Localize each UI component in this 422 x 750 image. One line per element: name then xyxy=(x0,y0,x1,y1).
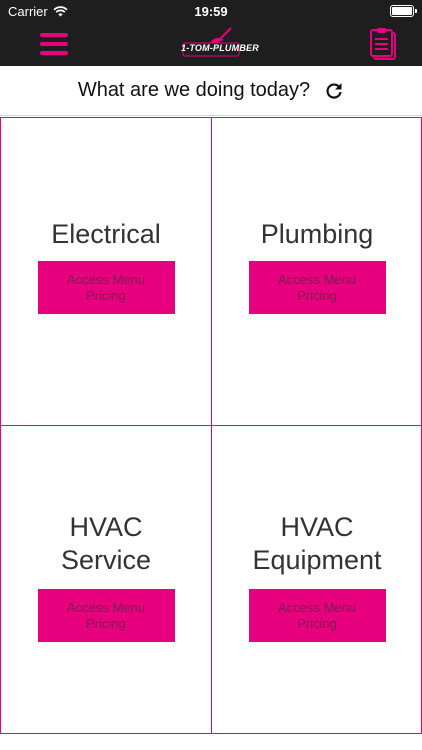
tile-hvac-equipment: HVAC Equipment Access Menu Pricing xyxy=(211,425,422,734)
clipboard-button[interactable] xyxy=(369,28,397,60)
clipboard-icon xyxy=(370,28,396,60)
access-menu-pricing-button[interactable]: Access Menu Pricing xyxy=(37,589,175,642)
clock-time: 19:59 xyxy=(194,4,228,19)
tile-title: Plumbing xyxy=(260,219,374,249)
tile-title: HVAC Equipment xyxy=(252,512,382,575)
status-bar: Carrier 19:59 xyxy=(0,0,422,22)
access-menu-pricing-button[interactable]: Access Menu Pricing xyxy=(248,589,386,642)
tile-title: HVAC Service xyxy=(60,512,152,575)
menu-button[interactable] xyxy=(40,33,68,55)
battery-icon xyxy=(390,5,417,17)
page-question: What are we doing today? xyxy=(77,79,311,101)
tile-hvac-service: HVAC Service Access Menu Pricing xyxy=(0,425,211,734)
question-header: What are we doing today? xyxy=(0,66,422,116)
tile-title: Electrical xyxy=(51,219,161,249)
tile-plumbing: Plumbing Access Menu Pricing xyxy=(211,117,422,425)
logo-text: 1-TOM-PLUMBER xyxy=(181,43,259,53)
brand-logo: 1-TOM-PLUMBER xyxy=(181,26,259,62)
access-menu-pricing-button[interactable]: Access Menu Pricing xyxy=(248,261,386,314)
access-menu-pricing-button[interactable]: Access Menu Pricing xyxy=(37,261,175,314)
refresh-button[interactable] xyxy=(324,81,344,101)
service-grid: Electrical Access Menu Pricing Plumbing … xyxy=(0,117,422,734)
top-bar: Carrier 19:59 1-TOM-PLUMBER xyxy=(0,0,422,66)
menu-icon xyxy=(40,33,68,37)
navigation-bar: 1-TOM-PLUMBER xyxy=(0,22,422,66)
refresh-icon xyxy=(326,82,342,99)
tile-electrical: Electrical Access Menu Pricing xyxy=(0,117,211,425)
